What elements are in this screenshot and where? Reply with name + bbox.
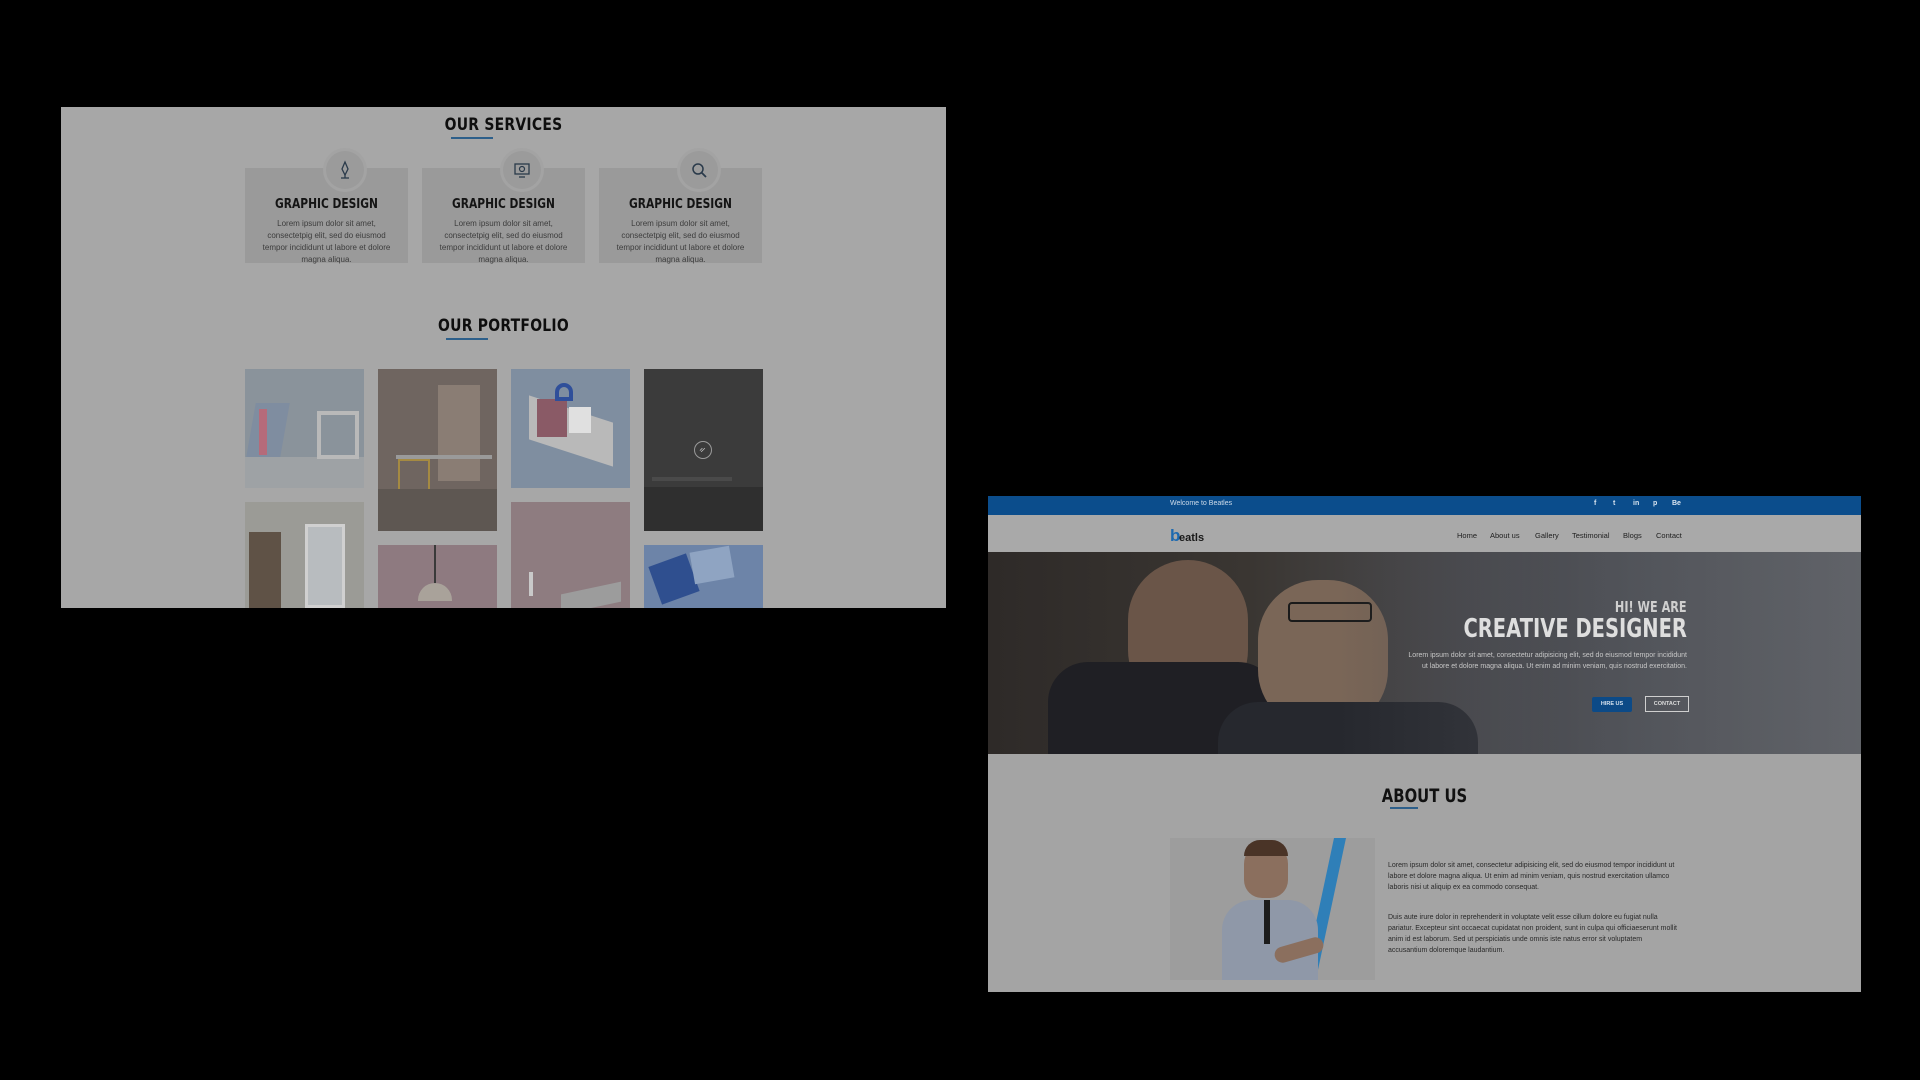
about-paragraph-1: Lorem ipsum dolor sit amet, consectetur … [1388, 862, 1675, 891]
services-underline [451, 137, 493, 139]
service-card: GRAPHIC DESIGN Lorem ipsum dolor sit ame… [422, 168, 585, 264]
left-page-screenshot: OUR SERVICES GRAPHIC DESIGN Lorem ipsum … [61, 107, 946, 608]
right-page-screenshot: Welcome to Beatles f t in p Be b eatls H… [988, 496, 1861, 992]
navbar: b eatls Home About us Gallery Testimonia… [988, 515, 1861, 552]
portfolio-underline [446, 338, 488, 340]
nav-about-us[interactable]: About us [1490, 531, 1520, 540]
link-icon[interactable] [694, 441, 712, 459]
portfolio-item[interactable] [644, 545, 763, 608]
service-card: GRAPHIC DESIGN Lorem ipsum dolor sit ame… [245, 168, 408, 264]
logo-text: eatls [1179, 532, 1205, 544]
service-card-text: Lorem ipsum dolor sit amet, consectetpig… [616, 219, 745, 264]
about-underline [1390, 807, 1418, 809]
top-bar: Welcome to Beatles f t in p Be [988, 496, 1861, 515]
portfolio-item[interactable] [378, 545, 497, 608]
service-card: GRAPHIC DESIGN Lorem ipsum dolor sit ame… [599, 168, 762, 264]
contact-button[interactable]: CONTACT [1645, 696, 1689, 712]
about-photo [1170, 838, 1375, 980]
nav-gallery[interactable]: Gallery [1535, 531, 1559, 540]
portfolio-item[interactable] [511, 369, 630, 488]
nav-testimonial[interactable]: Testimonial [1572, 531, 1610, 540]
portfolio-item[interactable] [245, 502, 364, 608]
hero-text: Lorem ipsum dolor sit amet, consectetur … [1408, 652, 1687, 670]
portfolio-title: OUR PORTFOLIO [438, 316, 569, 336]
twitter-icon[interactable]: t [1613, 500, 1615, 507]
pen-nib-icon [326, 151, 364, 189]
service-card-title: GRAPHIC DESIGN [275, 197, 378, 212]
service-card-text: Lorem ipsum dolor sit amet, consectetpig… [262, 219, 391, 264]
logo[interactable]: b eatls [1170, 526, 1214, 545]
linkedin-icon[interactable]: in [1633, 500, 1639, 507]
service-card-title: GRAPHIC DESIGN [452, 197, 555, 212]
search-icon [680, 151, 718, 189]
hire-us-button[interactable]: HIRE US [1592, 697, 1632, 712]
services-title: OUR SERVICES [444, 115, 563, 135]
nav-home[interactable]: Home [1457, 531, 1477, 540]
about-paragraph-2: Duis aute irure dolor in reprehenderit i… [1388, 914, 1677, 954]
portfolio-item[interactable] [378, 369, 497, 531]
welcome-text: Welcome to Beatles [1170, 500, 1233, 507]
portfolio-item[interactable] [511, 502, 630, 608]
portfolio-item[interactable] [644, 369, 763, 531]
nav-contact[interactable]: Contact [1656, 531, 1682, 540]
nav-blogs[interactable]: Blogs [1623, 531, 1642, 540]
facebook-icon[interactable]: f [1594, 500, 1596, 507]
service-card-title: GRAPHIC DESIGN [629, 197, 732, 212]
hero-title: CREATIVE DESIGNER [1463, 614, 1687, 644]
monitor-icon [503, 151, 541, 189]
hero-banner: HI! WE ARE CREATIVE DESIGNER Lorem ipsum… [988, 552, 1861, 754]
portfolio-item[interactable] [245, 369, 364, 488]
about-title: ABOUT US [1381, 785, 1468, 807]
behance-icon[interactable]: Be [1672, 500, 1681, 507]
pinterest-icon[interactable]: p [1653, 500, 1657, 507]
service-card-text: Lorem ipsum dolor sit amet, consectetpig… [439, 219, 568, 264]
